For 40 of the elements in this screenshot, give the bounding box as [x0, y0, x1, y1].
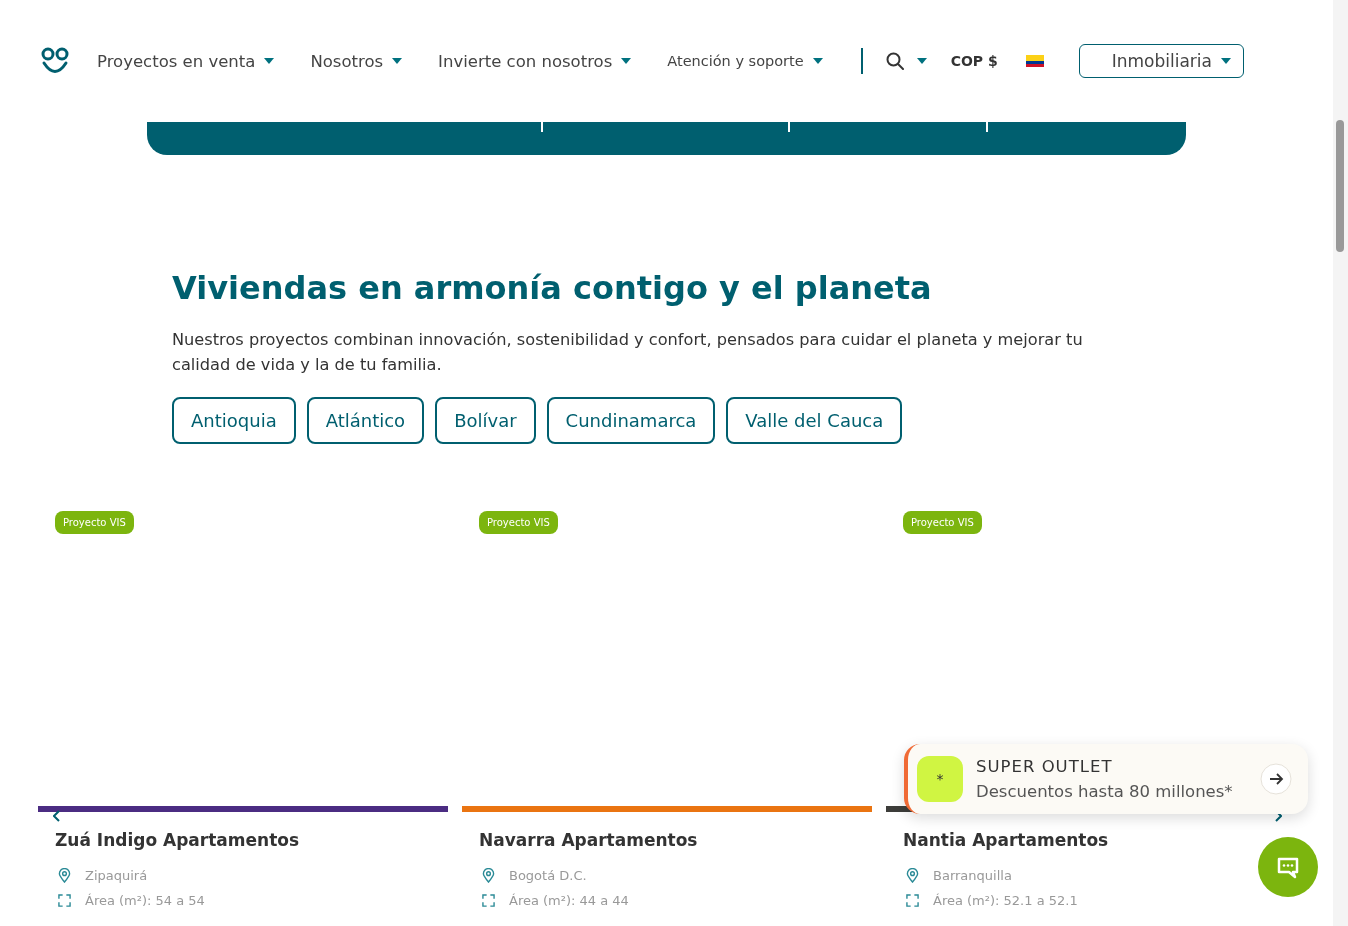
- expand-area-icon: [906, 894, 919, 907]
- project-name[interactable]: Nantia Apartamentos: [903, 830, 1109, 850]
- project-badge: Proyecto VIS: [903, 511, 982, 534]
- expand-area-icon: [58, 894, 71, 907]
- project-badge: Proyecto VIS: [55, 511, 134, 534]
- search-icon[interactable]: [885, 52, 904, 70]
- nav-menu-item[interactable]: Proyectos en venta: [97, 51, 275, 71]
- arrow-right-icon[interactable]: [1260, 763, 1292, 795]
- project-name[interactable]: Zuá Indigo Apartamentos: [55, 830, 300, 850]
- promo-toast[interactable]: * SUPER OUTLET Descuentos hasta 80 millones*: [904, 744, 1308, 814]
- nav-menu-item[interactable]: Invierte con nosotros: [438, 51, 632, 71]
- location-pin-icon: [58, 868, 71, 883]
- promo-title: SUPER OUTLET: [976, 757, 1114, 776]
- project-area: Área (m²): 52.1 a 52.1: [933, 893, 1078, 908]
- currency-selector[interactable]: COP $: [950, 53, 998, 69]
- location-pin-icon: [906, 868, 919, 883]
- caret-icon[interactable]: [916, 58, 927, 64]
- nav-menu-item[interactable]: Atención y soporte: [667, 53, 823, 69]
- project-badge: Proyecto VIS: [479, 511, 558, 534]
- project-name[interactable]: Navarra Apartamentos: [479, 830, 698, 850]
- project-location: Bogotá D.C.: [509, 868, 587, 883]
- account-menu-button[interactable]: Inmobiliaria: [1078, 44, 1244, 78]
- region-filter-button[interactable]: Cundinamarca: [546, 397, 716, 444]
- expand-area-icon: [482, 894, 495, 907]
- promo-subtitle: Descuentos hasta 80 millones*: [976, 782, 1234, 801]
- section-title: Viviendas en armonía contigo y el planeta: [172, 269, 933, 307]
- project-location: Barranquilla: [933, 868, 1012, 883]
- location-pin-icon: [482, 868, 495, 883]
- nav-menu-item[interactable]: Nosotros: [310, 51, 403, 71]
- region-filter-button[interactable]: Valle del Cauca: [726, 397, 903, 444]
- project-area: Área (m²): 44 a 44: [509, 893, 629, 908]
- region-filter-button[interactable]: Bolívar: [435, 397, 536, 444]
- project-area: Área (m²): 54 a 54: [85, 893, 205, 908]
- region-filter-button[interactable]: Antioquia: [172, 397, 296, 444]
- promo-badge: *: [917, 756, 963, 802]
- logo-icon[interactable]: [40, 46, 70, 76]
- section-description: Nuestros proyectos combinan innovación, sostenibilidad y confort, pensados para cuidar el planeta y mejorar tu calidad de vida y la de tu familia.: [172, 329, 1084, 376]
- flag-icon[interactable]: [1025, 55, 1044, 67]
- region-filter-button[interactable]: Atlántico: [306, 397, 425, 444]
- project-location: Zipaquirá: [85, 868, 148, 883]
